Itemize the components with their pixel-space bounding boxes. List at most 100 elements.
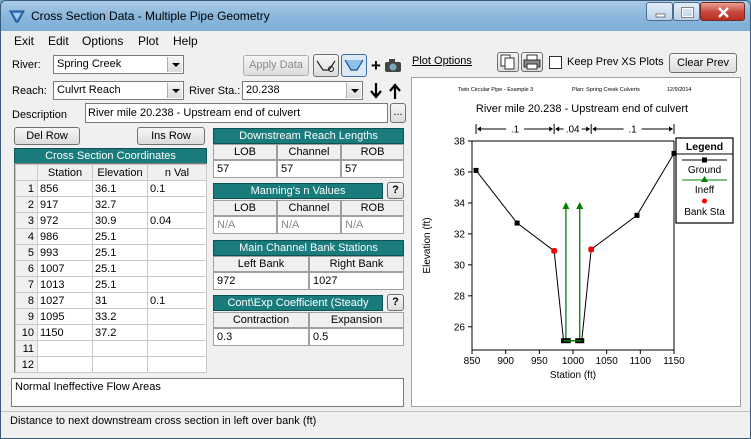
rl-rob-input[interactable]: 57: [341, 160, 404, 178]
elevation-cell[interactable]: 32.7: [92, 196, 148, 213]
station-cell[interactable]: 1007: [37, 260, 93, 277]
x-tick-label: 1150: [663, 356, 685, 367]
copy-button[interactable]: [497, 52, 519, 72]
menu-exit[interactable]: Exit: [14, 34, 34, 48]
nval-cell[interactable]: [147, 324, 207, 341]
table-row: 2 917 32.7: [15, 196, 207, 213]
row-number: 12: [15, 356, 38, 373]
nval-cell[interactable]: [147, 260, 207, 277]
rl-channel-input[interactable]: 57: [277, 160, 341, 178]
station-cell[interactable]: [37, 356, 93, 373]
mannings-help-button[interactable]: ?: [387, 182, 404, 199]
description-more-button[interactable]: ...: [390, 103, 406, 123]
apply-data-button[interactable]: Apply Data: [243, 55, 309, 76]
plot-frame: [471, 140, 675, 351]
river-sta-select[interactable]: 20.238: [242, 81, 363, 100]
elevation-cell[interactable]: 36.1: [92, 180, 148, 197]
table-row: 9 1095 33.2: [15, 308, 207, 325]
copy-icon: [500, 54, 515, 70]
close-button[interactable]: [700, 2, 745, 21]
station-cell[interactable]: 1095: [37, 308, 93, 325]
description-input[interactable]: River mile 20.238 - Upstream end of culv…: [85, 103, 388, 123]
keep-prev-checkbox[interactable]: [549, 56, 562, 69]
expansion-input[interactable]: 0.5: [309, 328, 404, 346]
menu-options[interactable]: Options: [82, 34, 123, 48]
plot-header-right: 12/9/2014: [667, 87, 691, 93]
arrow-down-icon[interactable]: [369, 82, 383, 100]
del-row-button[interactable]: Del Row: [14, 127, 80, 145]
station-cell[interactable]: 1013: [37, 276, 93, 293]
right-bank-input[interactable]: 1027: [309, 272, 404, 290]
station-cell[interactable]: 986: [37, 228, 93, 245]
print-button[interactable]: [521, 52, 543, 72]
elevation-cell[interactable]: 33.2: [92, 308, 148, 325]
ins-row-button[interactable]: Ins Row: [137, 127, 205, 145]
row-number: 11: [15, 340, 38, 357]
maximize-button[interactable]: [673, 2, 700, 21]
table-row: 7 1013 25.1: [15, 276, 207, 293]
n-bracket-arrow: [555, 126, 560, 132]
coefficients-help-button[interactable]: ?: [387, 294, 404, 311]
contraction-header: Contraction: [213, 312, 309, 328]
plot-header-left: Twin Circular Pipe - Example 3: [458, 87, 533, 93]
menu-edit[interactable]: Edit: [48, 34, 69, 48]
coords-title: Cross Section Coordinates: [14, 148, 207, 164]
nval-cell[interactable]: [147, 340, 207, 357]
nval-cell[interactable]: [147, 308, 207, 325]
elevation-cell[interactable]: 31: [92, 292, 148, 309]
rl-lob-input[interactable]: 57: [213, 160, 277, 178]
nval-cell[interactable]: [147, 228, 207, 245]
menu-plot[interactable]: Plot: [138, 34, 159, 48]
elevation-cell[interactable]: 25.1: [92, 244, 148, 261]
elevation-cell[interactable]: 25.1: [92, 276, 148, 293]
nval-cell[interactable]: 0.1: [147, 292, 207, 309]
elevation-cell[interactable]: 30.9: [92, 212, 148, 229]
elevation-cell[interactable]: 25.1: [92, 228, 148, 245]
nval-cell[interactable]: [147, 356, 207, 373]
mn-lob-input: N/A: [213, 216, 277, 234]
nval-cell[interactable]: [147, 244, 207, 261]
station-cell[interactable]: 1150: [37, 324, 93, 341]
reach-select[interactable]: Culvrt Reach: [53, 81, 184, 100]
arrow-up-icon[interactable]: [388, 82, 402, 100]
station-cell[interactable]: 972: [37, 212, 93, 229]
plus-icon[interactable]: +: [371, 56, 381, 76]
xs-shape-tool-button[interactable]: [341, 54, 367, 77]
elevation-cell[interactable]: 37.2: [92, 324, 148, 341]
station-cell[interactable]: 1027: [37, 292, 93, 309]
nval-cell[interactable]: 0.1: [147, 180, 207, 197]
minimize-button[interactable]: [646, 2, 673, 21]
station-cell[interactable]: [37, 340, 93, 357]
row-number: 10: [15, 324, 38, 341]
nval-cell[interactable]: [147, 276, 207, 293]
mannings-title: Manning's n Values: [213, 183, 383, 199]
x-tick-label: 1000: [562, 356, 585, 367]
station-cell[interactable]: 856: [37, 180, 93, 197]
elevation-cell[interactable]: 25.1: [92, 260, 148, 277]
edit-xs-tool-button[interactable]: [313, 54, 339, 77]
elevation-cell[interactable]: [92, 356, 148, 373]
clear-prev-button[interactable]: Clear Prev: [669, 53, 737, 73]
left-bank-input[interactable]: 972: [213, 272, 309, 290]
header-nval: n Val: [147, 164, 207, 181]
plot-options-link[interactable]: Plot Options: [412, 55, 472, 67]
plot-title: River mile 20.238 - Upstream end of culv…: [476, 103, 688, 115]
camera-icon[interactable]: [384, 58, 402, 73]
nval-cell[interactable]: [147, 196, 207, 213]
menu-bar: Exit Edit Options Plot Help: [1, 31, 750, 51]
contraction-input[interactable]: 0.3: [213, 328, 309, 346]
n-value-label: .04: [566, 125, 580, 136]
station-cell[interactable]: 993: [37, 244, 93, 261]
ground-line: [475, 153, 675, 342]
elevation-cell[interactable]: [92, 340, 148, 357]
n-bracket-arrow: [592, 126, 597, 132]
river-select[interactable]: Spring Creek: [53, 55, 184, 74]
nval-cell[interactable]: 0.04: [147, 212, 207, 229]
rl-header-channel: Channel: [277, 144, 341, 160]
n-bracket-arrow: [669, 126, 673, 132]
station-cell[interactable]: 917: [37, 196, 93, 213]
row-number: 9: [15, 308, 38, 325]
n-value-label: .1: [628, 125, 637, 136]
menu-help[interactable]: Help: [173, 34, 198, 48]
y-tick-label: 30: [454, 260, 466, 271]
